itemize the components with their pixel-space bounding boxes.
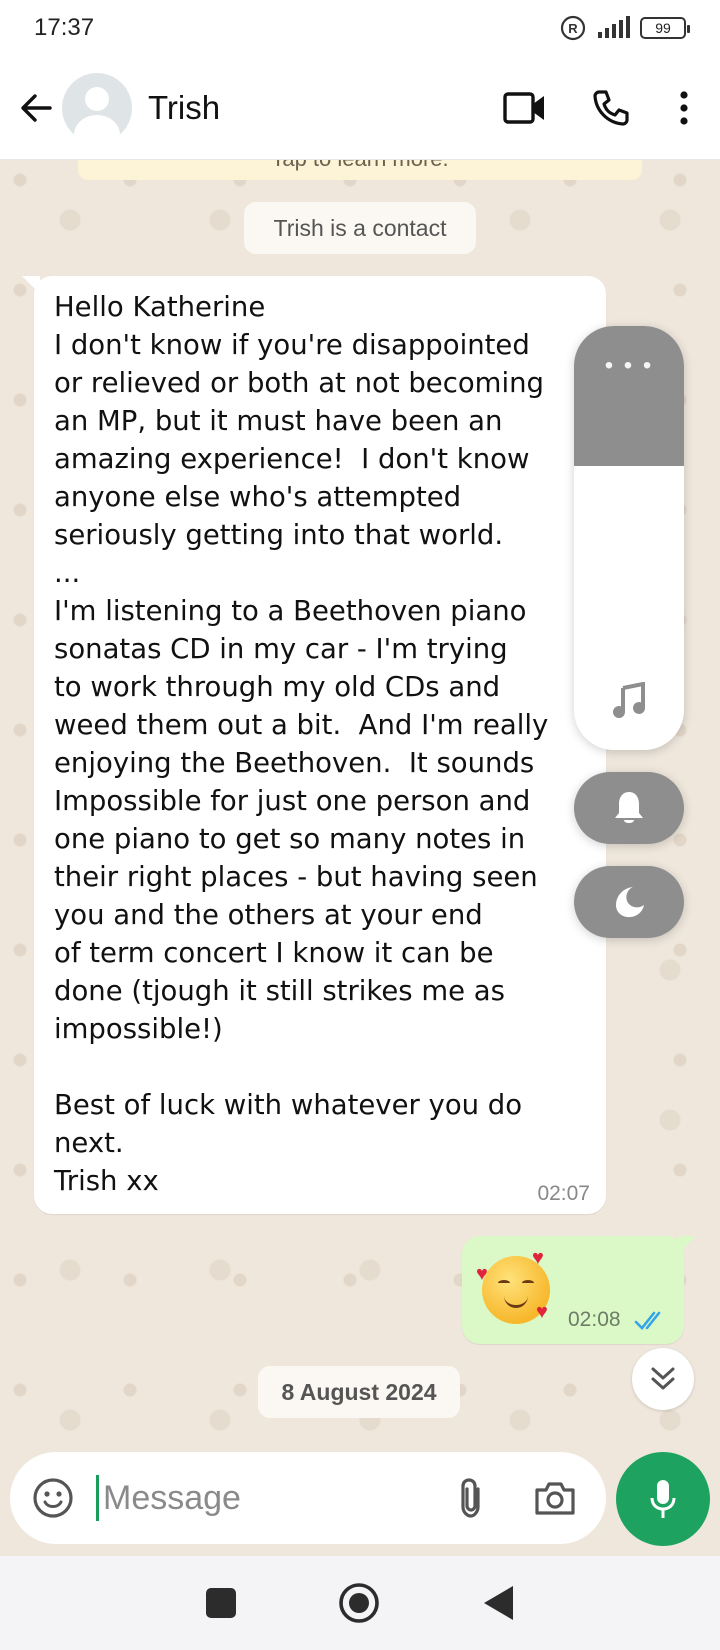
double-check-icon — [634, 1311, 661, 1330]
contact-name[interactable]: Trish — [148, 89, 220, 127]
back-button[interactable] — [4, 76, 68, 140]
camera-button[interactable] — [513, 1452, 597, 1544]
more-horizontal-icon[interactable]: • • • — [574, 352, 684, 380]
smiling-face-with-hearts-icon: ♥ ♥ ♥ — [476, 1248, 550, 1324]
more-options-button[interactable] — [654, 68, 714, 148]
camera-icon — [535, 1482, 575, 1515]
bell-icon — [615, 792, 643, 823]
ringer-toggle[interactable] — [574, 772, 684, 844]
attach-button[interactable] — [429, 1452, 513, 1544]
double-chevron-down-icon — [651, 1367, 675, 1390]
video-call-button[interactable] — [482, 68, 568, 148]
music-note-icon — [613, 682, 645, 718]
date-divider: 8 August 2024 — [258, 1366, 460, 1418]
back-nav-icon[interactable] — [481, 1584, 515, 1622]
arrow-left-icon — [21, 93, 52, 122]
incoming-message[interactable]: Hello Katherine I don't know if you're d… — [22, 276, 606, 1214]
registered-icon: R — [560, 15, 586, 41]
video-camera-icon — [503, 91, 544, 124]
volume-slider[interactable]: • • • — [574, 326, 684, 750]
voice-message-button[interactable] — [616, 1452, 710, 1546]
more-vertical-icon — [680, 90, 688, 125]
scroll-to-bottom-button[interactable] — [632, 1348, 694, 1410]
avatar[interactable] — [62, 72, 132, 143]
contact-notice: Trish is a contact — [244, 202, 476, 254]
emoji-icon — [33, 1478, 73, 1518]
chat-header: Trish — [0, 56, 720, 160]
incoming-message-time: 02:07 — [537, 1182, 590, 1205]
status-icons: R 99 — [560, 15, 690, 41]
outgoing-message[interactable]: ♥ ♥ ♥ 02:08 — [462, 1236, 696, 1344]
encryption-tip-banner[interactable]: Tap to learn more. — [78, 160, 642, 180]
message-input[interactable] — [99, 1478, 429, 1518]
moon-icon — [616, 887, 644, 918]
outgoing-message-time: 02:08 — [568, 1308, 621, 1331]
battery-level: 99 — [655, 20, 671, 36]
battery-icon: 99 — [640, 17, 690, 39]
incoming-message-text: Hello Katherine I don't know if you're d… — [54, 291, 549, 1197]
voice-call-button[interactable] — [568, 68, 654, 148]
phone-icon — [593, 89, 629, 126]
svg-text:R: R — [568, 21, 578, 36]
system-navigation-bar — [0, 1556, 720, 1650]
status-time: 17:37 — [34, 14, 95, 41]
signal-icon — [598, 16, 630, 38]
volume-level-fill — [574, 326, 684, 466]
home-icon[interactable] — [337, 1581, 381, 1625]
microphone-icon — [650, 1480, 676, 1518]
recent-apps-icon[interactable] — [205, 1587, 237, 1619]
emoji-button[interactable] — [10, 1452, 96, 1544]
paperclip-icon — [461, 1478, 480, 1518]
header-actions — [482, 68, 720, 148]
status-bar: 17:37 R 99 — [0, 0, 720, 56]
message-composer — [10, 1452, 606, 1544]
do-not-disturb-toggle[interactable] — [574, 866, 684, 938]
